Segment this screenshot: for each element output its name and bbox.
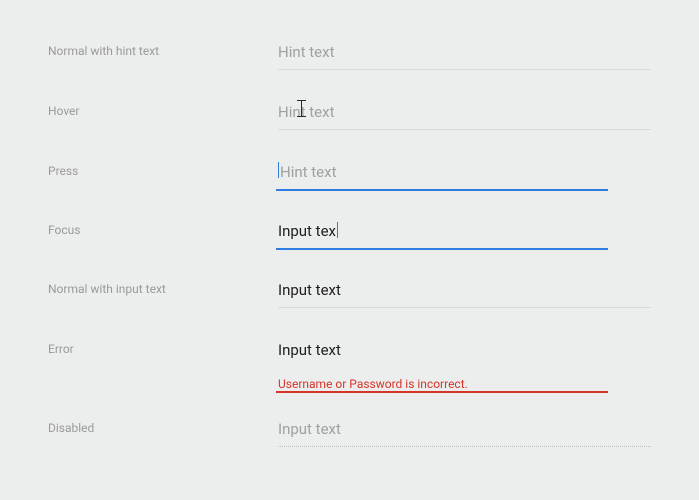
- field-disabled: Input text: [278, 415, 651, 447]
- focus-underline: [276, 189, 608, 191]
- label-disabled: Disabled: [48, 415, 278, 435]
- error-message: Username or Password is incorrect.: [278, 377, 651, 391]
- value-normal-input: Input text: [278, 281, 341, 299]
- label-press: Press: [48, 158, 278, 178]
- placeholder-hover: Hint text: [278, 103, 334, 121]
- error-underline: [276, 391, 608, 393]
- value-focus: Input tex: [278, 222, 336, 240]
- placeholder-normal-hint: Hint text: [278, 43, 334, 61]
- label-normal-hint: Normal with hint text: [48, 38, 278, 58]
- label-focus: Focus: [48, 217, 278, 237]
- label-error: Error: [48, 336, 278, 356]
- value-disabled: Input text: [278, 420, 341, 438]
- field-error[interactable]: Input text Username or Password is incor…: [278, 336, 651, 391]
- field-normal-hint[interactable]: Hint text: [278, 38, 651, 70]
- caret-focus: [337, 222, 338, 238]
- row-error: Error Input text Username or Password is…: [48, 336, 651, 391]
- field-press[interactable]: Hint text: [278, 158, 651, 189]
- label-normal-input: Normal with input text: [48, 276, 278, 296]
- field-focus[interactable]: Input tex: [278, 217, 651, 248]
- field-hover[interactable]: Hint text: [278, 98, 651, 130]
- caret-press: [278, 162, 279, 178]
- row-press: Press Hint text: [48, 158, 651, 189]
- value-error: Input text: [278, 341, 341, 359]
- row-disabled: Disabled Input text: [48, 415, 651, 447]
- field-normal-input[interactable]: Input text: [278, 276, 651, 308]
- row-hover: Hover Hint text: [48, 98, 651, 130]
- placeholder-press: Hint text: [278, 163, 336, 181]
- row-focus: Focus Input tex: [48, 217, 651, 248]
- row-normal-hint: Normal with hint text Hint text: [48, 38, 651, 70]
- focus-underline: [276, 248, 608, 250]
- row-normal-input: Normal with input text Input text: [48, 276, 651, 308]
- label-hover: Hover: [48, 98, 278, 118]
